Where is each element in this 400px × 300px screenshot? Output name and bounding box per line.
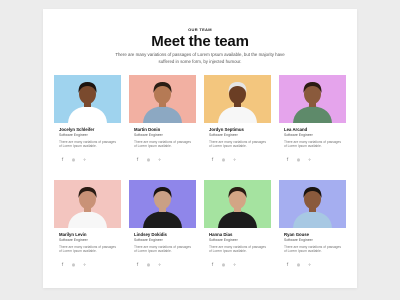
member-photo xyxy=(54,75,121,123)
twitter-icon[interactable]: ✧ xyxy=(81,156,88,163)
social-links: f ◎ ✧ xyxy=(59,156,88,163)
twitter-icon[interactable]: ✧ xyxy=(231,156,238,163)
instagram-icon[interactable]: ◎ xyxy=(145,156,152,163)
member-description: There are many variations of passages of… xyxy=(59,140,116,149)
team-member-card[interactable]: Hanna Dias Software Engineer There are man… xyxy=(204,180,271,276)
facebook-icon[interactable]: f xyxy=(134,261,141,268)
social-links: f ◎ ✧ xyxy=(284,156,313,163)
member-role: Software Engineer xyxy=(59,238,88,242)
member-description: There are many variations of passages of… xyxy=(59,245,116,254)
team-member-card[interactable]: Martin Donin Software Engineer There are m… xyxy=(129,75,196,171)
member-description: There are many variations of passages of… xyxy=(209,245,266,254)
social-links: f ◎ ✧ xyxy=(134,261,163,268)
member-description: There are many variations of passages of… xyxy=(134,245,191,254)
member-photo xyxy=(204,180,271,228)
instagram-icon[interactable]: ◎ xyxy=(70,156,77,163)
member-name: Marilyn Levin xyxy=(59,232,87,237)
member-photo xyxy=(279,75,346,123)
team-member-card[interactable]: Jordyn Septimus Software Engineer There ar… xyxy=(204,75,271,171)
facebook-icon[interactable]: f xyxy=(59,261,66,268)
team-member-card[interactable]: Lindsey Dokidis Software Engineer There ar… xyxy=(129,180,196,276)
twitter-icon[interactable]: ✧ xyxy=(156,261,163,268)
member-name: Martin Donin xyxy=(134,127,161,132)
facebook-icon[interactable]: f xyxy=(209,156,216,163)
member-name: Lea Arcand xyxy=(284,127,308,132)
member-description: There are many variations of passages of… xyxy=(134,140,191,149)
facebook-icon[interactable]: f xyxy=(284,261,291,268)
member-role: Software Engineer xyxy=(284,238,313,242)
member-role: Software Engineer xyxy=(209,238,238,242)
member-name: Lindsey Dokidis xyxy=(134,232,167,237)
member-name: Jordyn Septimus xyxy=(209,127,244,132)
member-name: Ryan Gouse xyxy=(284,232,310,237)
instagram-icon[interactable]: ◎ xyxy=(295,156,302,163)
twitter-icon[interactable]: ✧ xyxy=(156,156,163,163)
section-subtitle: There are many variations of passages of… xyxy=(115,52,285,64)
twitter-icon[interactable]: ✧ xyxy=(81,261,88,268)
member-photo xyxy=(129,180,196,228)
social-links: f ◎ ✧ xyxy=(209,261,238,268)
facebook-icon[interactable]: f xyxy=(59,156,66,163)
team-member-card[interactable]: Ryan Gouse Software Engineer There are man… xyxy=(279,180,346,276)
social-links: f ◎ ✧ xyxy=(209,156,238,163)
member-photo xyxy=(54,180,121,228)
member-role: Software Engineer xyxy=(134,238,163,242)
member-photo xyxy=(204,75,271,123)
member-photo xyxy=(279,180,346,228)
member-role: Software Engineer xyxy=(134,133,163,137)
page-title: Meet the team xyxy=(151,33,249,50)
facebook-icon[interactable]: f xyxy=(209,261,216,268)
instagram-icon[interactable]: ◎ xyxy=(295,261,302,268)
member-description: There are many variations of passages of… xyxy=(209,140,266,149)
social-links: f ◎ ✧ xyxy=(134,156,163,163)
instagram-icon[interactable]: ◎ xyxy=(145,261,152,268)
member-description: There are many variations of passages of… xyxy=(284,245,341,254)
member-name: Hanna Dias xyxy=(209,232,233,237)
team-member-card[interactable]: Marilyn Levin Software Engineer There are … xyxy=(54,180,121,276)
member-role: Software Engineer xyxy=(284,133,313,137)
facebook-icon[interactable]: f xyxy=(284,156,291,163)
member-description: There are many variations of passages of… xyxy=(284,140,341,149)
section-eyebrow: OUR TEAM xyxy=(188,27,212,32)
member-name: Jocelyn Schleifer xyxy=(59,127,95,132)
twitter-icon[interactable]: ✧ xyxy=(306,261,313,268)
instagram-icon[interactable]: ◎ xyxy=(220,261,227,268)
member-photo xyxy=(129,75,196,123)
social-links: f ◎ ✧ xyxy=(59,261,88,268)
instagram-icon[interactable]: ◎ xyxy=(220,156,227,163)
team-member-card[interactable]: Jocelyn Schleifer Software Engineer There … xyxy=(54,75,121,171)
social-links: f ◎ ✧ xyxy=(284,261,313,268)
member-role: Software Engineer xyxy=(59,133,88,137)
instagram-icon[interactable]: ◎ xyxy=(70,261,77,268)
twitter-icon[interactable]: ✧ xyxy=(306,156,313,163)
facebook-icon[interactable]: f xyxy=(134,156,141,163)
twitter-icon[interactable]: ✧ xyxy=(231,261,238,268)
member-role: Software Engineer xyxy=(209,133,238,137)
team-member-card[interactable]: Lea Arcand Software Engineer There are man… xyxy=(279,75,346,171)
